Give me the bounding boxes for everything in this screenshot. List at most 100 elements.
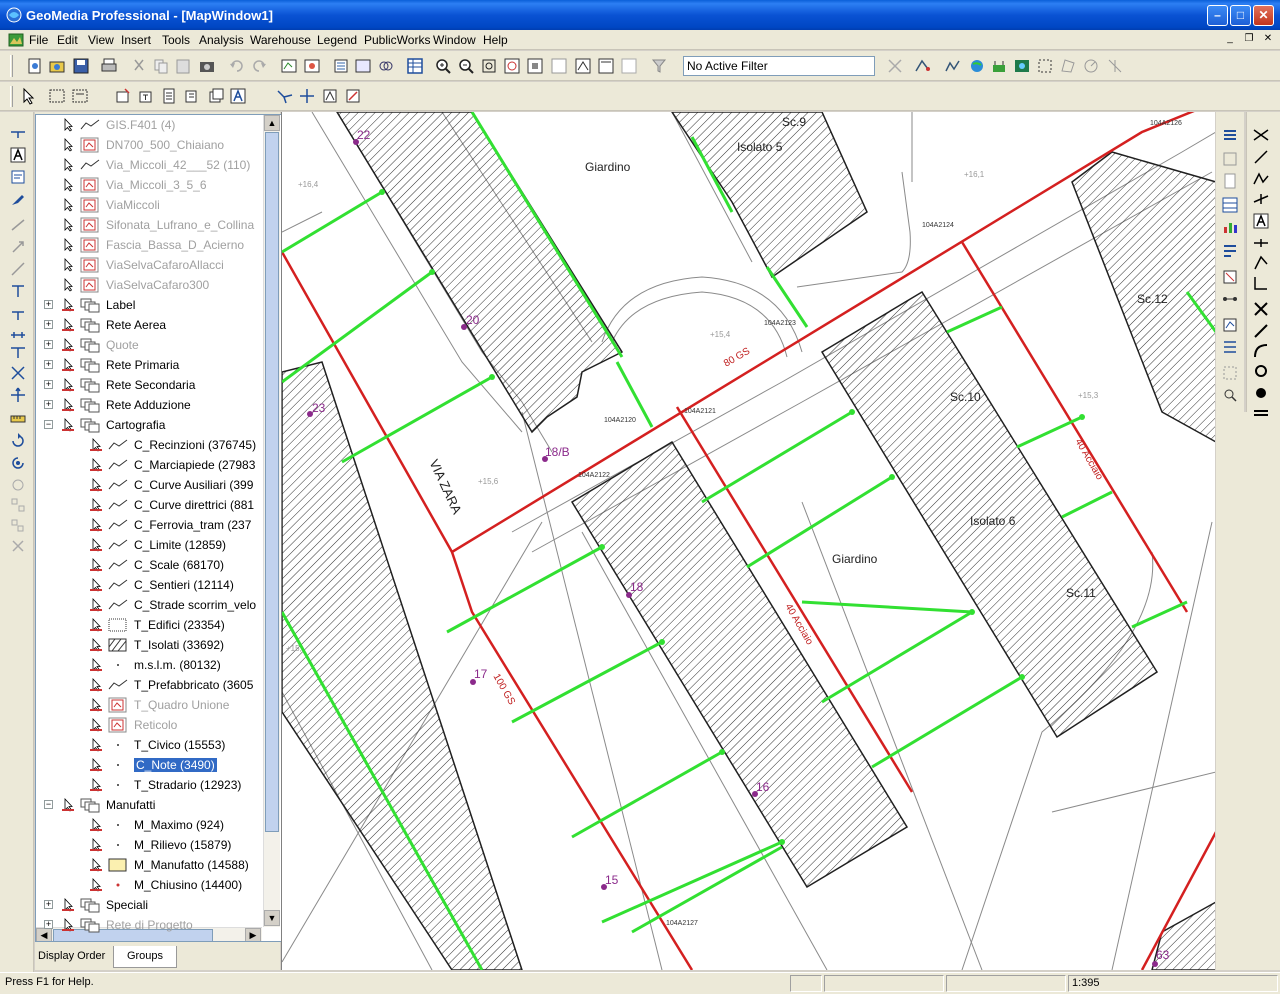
array-icon[interactable]	[9, 496, 27, 514]
spatial-query-icon[interactable]	[377, 57, 395, 75]
map-document-icon[interactable]	[8, 32, 24, 48]
continue-geometry-icon[interactable]	[183, 87, 201, 105]
tab-display-order[interactable]: Display Order	[38, 946, 110, 968]
legend-nodes-icon[interactable]	[1221, 290, 1239, 308]
legend-entry[interactable]: C_Scale (68170)	[36, 557, 262, 575]
raster-image-icon[interactable]	[1013, 57, 1031, 75]
legend-entry[interactable]: C_Ferrovia_tram (237	[36, 517, 262, 535]
text-tool-icon[interactable]	[9, 146, 27, 164]
legend-entry[interactable]: C_Note (3490)	[36, 757, 262, 775]
add-legend-entry-icon[interactable]	[280, 57, 298, 75]
locatable-arrow-icon[interactable]	[90, 677, 104, 692]
cad-line-icon[interactable]	[1252, 126, 1270, 144]
move-vertex-icon[interactable]	[9, 386, 27, 404]
locatable-arrow-icon[interactable]	[62, 217, 76, 232]
minimize-button[interactable]: –	[1207, 5, 1228, 26]
legend-entry[interactable]: C_Strade scorrim_velo	[36, 597, 262, 615]
legend-entry[interactable]: T_Civico (15553)	[36, 737, 262, 755]
menu-window[interactable]: Window	[433, 33, 476, 47]
network-edit-icon[interactable]	[344, 87, 362, 105]
scroll-up-button[interactable]: ▲	[264, 115, 280, 131]
rotate-ccw-icon[interactable]	[9, 454, 27, 472]
legend-entry[interactable]: M_Manufatto (14588)	[36, 857, 262, 875]
fit-selected-icon[interactable]	[526, 57, 544, 75]
redo-icon[interactable]	[250, 57, 268, 75]
extend-icon[interactable]	[9, 304, 27, 322]
expand-toggle[interactable]: −	[44, 420, 53, 429]
scroll-down-button[interactable]: ▼	[264, 910, 280, 926]
select-set-icon[interactable]	[71, 87, 89, 105]
cut-icon[interactable]	[130, 57, 148, 75]
toolbar-grip-2[interactable]	[10, 86, 13, 107]
legend-entry[interactable]: − Manufatti	[36, 797, 262, 815]
undo-icon[interactable]	[228, 57, 246, 75]
legend-entry[interactable]: + Rete Aerea	[36, 317, 262, 335]
edit-geometry-icon[interactable]	[160, 87, 178, 105]
locatable-arrow-icon[interactable]	[90, 637, 104, 652]
legend-entry[interactable]: T_Prefabbricato (3605	[36, 677, 262, 695]
locatable-arrow-icon[interactable]	[62, 357, 76, 372]
legend-entry[interactable]: C_Curve direttrici (881	[36, 497, 262, 515]
move-icon[interactable]	[9, 216, 27, 234]
maximize-button[interactable]: □	[1230, 5, 1251, 26]
locatable-arrow-icon[interactable]	[90, 437, 104, 452]
locatable-arrow-icon[interactable]	[90, 837, 104, 852]
scroll-thumb[interactable]	[265, 132, 279, 832]
expand-toggle[interactable]: +	[44, 380, 53, 389]
geomedia-app-icon[interactable]	[6, 7, 22, 23]
zoom-previous-icon[interactable]	[503, 57, 521, 75]
legend-entry[interactable]: + Speciali	[36, 897, 262, 915]
menu-tools[interactable]: Tools	[162, 33, 190, 47]
globe-icon[interactable]	[968, 57, 986, 75]
network-trace-icon[interactable]	[914, 57, 932, 75]
cad-measure-icon[interactable]	[1252, 190, 1270, 208]
rotate-icon[interactable]	[9, 238, 27, 256]
legend-entry[interactable]: ViaSelvaCafaroAllacci	[36, 257, 262, 275]
legend-entry[interactable]: T_Edifici (23354)	[36, 617, 262, 635]
cad-segment-icon[interactable]	[1252, 148, 1270, 166]
locatable-arrow-icon[interactable]	[62, 917, 76, 932]
menu-publicworks[interactable]: PublicWorks	[364, 33, 430, 47]
refresh-map-icon[interactable]	[550, 57, 568, 75]
legend-table-icon[interactable]	[1221, 196, 1239, 214]
draw-line-icon[interactable]	[9, 124, 27, 142]
locatable-arrow-icon[interactable]	[90, 497, 104, 512]
cad-angle-icon[interactable]	[1252, 274, 1270, 292]
close-button[interactable]: ✕	[1253, 5, 1274, 26]
cross-tool-icon[interactable]	[9, 364, 27, 382]
legend-entry[interactable]: + Rete Adduzione	[36, 397, 262, 415]
legend-layers-icon[interactable]	[1221, 338, 1239, 356]
legend-chart-icon[interactable]	[1221, 218, 1239, 236]
save-geoworkspace-icon[interactable]	[72, 57, 90, 75]
locatable-arrow-icon[interactable]	[90, 697, 104, 712]
legend-search-icon[interactable]	[1221, 386, 1239, 404]
locatable-arrow-icon[interactable]	[90, 757, 104, 772]
legend-entry[interactable]: m.s.l.m. (80132)	[36, 657, 262, 675]
legend-page-icon[interactable]	[1221, 172, 1239, 190]
locatable-arrow-icon[interactable]	[62, 197, 76, 212]
locatable-arrow-icon[interactable]	[62, 317, 76, 332]
cad-text-icon[interactable]	[1252, 212, 1270, 230]
polygon-select-icon[interactable]	[1059, 57, 1077, 75]
locatable-arrow-icon[interactable]	[62, 417, 76, 432]
locatable-arrow-icon[interactable]	[62, 277, 76, 292]
legend-style-icon[interactable]	[1221, 268, 1239, 286]
expand-toggle[interactable]: +	[44, 340, 53, 349]
insert-label-icon[interactable]	[229, 87, 247, 105]
network-properties-icon[interactable]	[321, 87, 339, 105]
mdi-minimize-button[interactable]: _	[1222, 32, 1238, 47]
add-thematic-icon[interactable]	[303, 57, 321, 75]
locatable-arrow-icon[interactable]	[62, 117, 76, 132]
data-window-icon[interactable]	[620, 57, 638, 75]
rotate-feature-icon[interactable]	[9, 432, 27, 450]
legend-entry[interactable]: C_Sentieri (12114)	[36, 577, 262, 595]
expand-toggle[interactable]: +	[44, 920, 53, 929]
clear-filter-icon[interactable]	[886, 57, 904, 75]
locatable-arrow-icon[interactable]	[90, 537, 104, 552]
locatable-arrow-icon[interactable]	[62, 377, 76, 392]
print-icon[interactable]	[100, 57, 118, 75]
select-set-properties-icon[interactable]	[332, 57, 350, 75]
tab-groups[interactable]: Groups	[113, 946, 177, 968]
edit-label-icon[interactable]	[9, 190, 27, 208]
active-filter-combo[interactable]	[683, 56, 875, 76]
